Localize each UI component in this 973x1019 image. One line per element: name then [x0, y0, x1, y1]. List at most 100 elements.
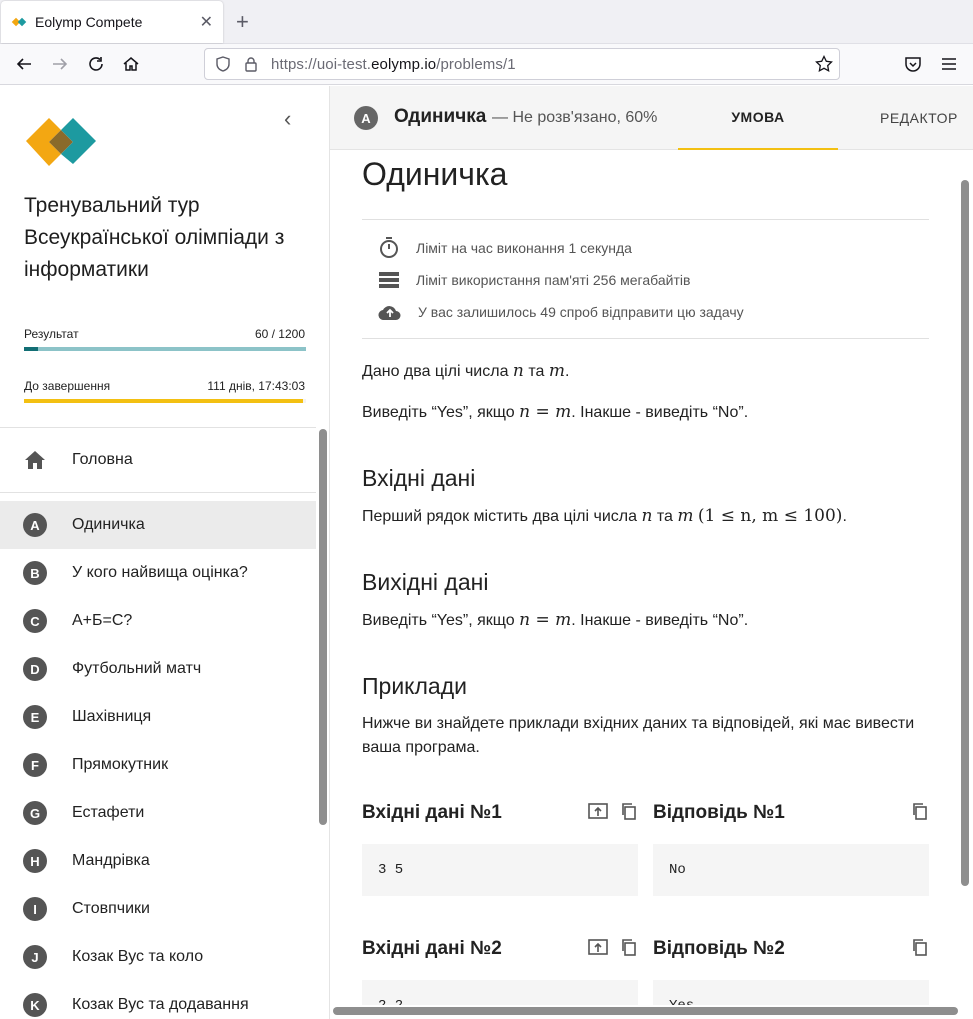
sidebar-menu: Головна A Одиничка B У кого найвища оцінка?… — [0, 428, 316, 1019]
math-var: m — [548, 361, 565, 381]
browser-tabbar: Eolymp Compete ✕ + — [0, 0, 973, 44]
url-text: https://uoi-test.eolymp.io/problems/1 — [271, 56, 516, 73]
sidebar-item-problem[interactable]: B У кого найвища оцінка? — [0, 549, 316, 597]
examples-paragraph: Нижче ви знайдете приклади вхідних даних… — [362, 715, 915, 756]
copy-icon[interactable] — [620, 802, 638, 825]
tab-title: Eolymp Compete — [35, 14, 143, 30]
example-input-box: 2 2 — [362, 980, 638, 1005]
url-prefix: https://uoi-test. — [271, 55, 372, 73]
problem-name: Футбольний матч — [72, 660, 202, 677]
home-icon — [25, 451, 45, 469]
sidebar-item-problem[interactable]: A Одиничка — [0, 501, 316, 549]
sidebar-item-problem[interactable]: H Мандрівка — [0, 837, 316, 885]
statement-paragraph: Виведіть “Yes”, якщо n = m. Інакше - вив… — [362, 400, 929, 425]
problem-name: У кого найвища оцінка? — [72, 564, 248, 581]
examples: Вхідні дані №1 3 5 Відповідь №1 No Вхідні да… — [362, 798, 929, 1005]
text: та — [523, 363, 549, 380]
bookmark-star-icon[interactable] — [815, 55, 833, 73]
pocket-icon[interactable] — [901, 52, 925, 76]
example-input-title: Вхідні дані №2 — [362, 938, 502, 959]
example-output-title: Відповідь №1 — [653, 802, 785, 823]
example-input-box: 3 5 — [362, 844, 638, 896]
url-bar[interactable]: https://uoi-test.eolymp.io/problems/1 — [204, 48, 840, 80]
copy-icon[interactable] — [911, 938, 929, 961]
sidebar-item-problem[interactable]: E Шахівниця — [0, 693, 316, 741]
content-scrollbar[interactable] — [961, 180, 969, 886]
math-constraint: (1 ≤ n, m ≤ 100) — [697, 506, 843, 526]
home-browser-icon[interactable] — [119, 52, 143, 76]
example-output-box: Yes — [653, 980, 929, 1005]
problem-letter-badge: K — [23, 993, 47, 1017]
memory-limit: Ліміт використання пам'яті 256 мегабайті… — [362, 264, 929, 296]
main-panel: A Одиничка — Не розв'язано, 60% УМОВА РЕ… — [330, 86, 973, 1019]
sidebar: ‹ Тренувальний тур Всеукраїнської олімпі… — [0, 86, 330, 1019]
eolymp-logo — [26, 118, 96, 166]
sidebar-item-problem[interactable]: I Стовпчики — [0, 885, 316, 933]
text: Дано два цілі числа — [362, 363, 513, 380]
browser-navbar: https://uoi-test.eolymp.io/problems/1 — [0, 44, 973, 85]
math-eq: n = m — [519, 610, 572, 630]
close-tab-icon[interactable]: ✕ — [200, 12, 213, 32]
contest-title: Тренувальний тур Всеукраїнської олімпіад… — [24, 194, 285, 281]
copy-icon[interactable] — [911, 802, 929, 825]
problem-content: Одиничка Ліміт на час виконання 1 секунд… — [362, 150, 929, 1005]
browser-tab[interactable]: Eolymp Compete ✕ — [1, 1, 223, 43]
sidebar-item-problem[interactable]: J Козак Вус та коло — [0, 933, 316, 981]
sidebar-item-problem[interactable]: F Прямокутник — [0, 741, 316, 789]
text: Перший рядок містить два цілі числа — [362, 508, 642, 525]
problem-status: — Не розв'язано, 60% — [492, 109, 658, 126]
problem-name: Одиничка — [72, 516, 145, 533]
horizontal-scrollbar[interactable] — [333, 1007, 958, 1015]
sidebar-scrollbar[interactable] — [319, 429, 327, 825]
problem-letter-badge: B — [23, 561, 47, 585]
problem-name: Естафети — [72, 804, 145, 821]
stopwatch-icon — [380, 237, 398, 258]
example-output: Відповідь №1 No — [653, 798, 929, 896]
example-row: Вхідні дані №2 2 2 Відповідь №2 Yes — [362, 934, 929, 1005]
forward-icon[interactable] — [48, 52, 72, 76]
result-value: 60 / 1200 — [254, 327, 305, 341]
problem-name: Мандрівка — [72, 852, 150, 869]
examples-heading: Приклади — [362, 673, 467, 699]
sidebar-item-problem[interactable]: C А+Б=С? — [0, 597, 316, 645]
result-progress-bar — [24, 347, 306, 351]
example-input: Вхідні дані №1 3 5 — [362, 798, 638, 896]
menu-hamburger-icon[interactable] — [937, 52, 961, 76]
sidebar-item-problem[interactable]: G Естафети — [0, 789, 316, 837]
new-tab-icon[interactable]: + — [236, 9, 249, 35]
problem-letter-badge: J — [23, 945, 47, 969]
tab-editor[interactable]: РЕДАКТОР — [870, 86, 973, 150]
problem-letter-badge: F — [23, 753, 47, 777]
sidebar-item-label: Головна — [72, 451, 133, 468]
math-eq: n = m — [519, 402, 572, 422]
reload-icon[interactable] — [84, 52, 108, 76]
lock-icon[interactable] — [243, 56, 259, 72]
text: Виведіть “Yes”, якщо — [362, 404, 520, 421]
problem-name: Шахівниця — [72, 708, 152, 725]
app: ‹ Тренувальний тур Всеукраїнської олімпі… — [0, 86, 973, 1019]
shield-icon[interactable] — [215, 56, 231, 72]
collapse-sidebar-icon[interactable]: ‹ — [284, 106, 291, 132]
problem-name: Стовпчики — [72, 900, 150, 917]
copy-icon[interactable] — [620, 938, 638, 961]
sidebar-item-problem[interactable]: D Футбольний матч — [0, 645, 316, 693]
time-limit-text: Ліміт на час виконання 1 секунда — [416, 240, 632, 256]
problem-name: Козак Вус та коло — [72, 948, 204, 965]
sidebar-item-home[interactable]: Головна — [0, 428, 316, 492]
sidebar-item-problem[interactable]: K Козак Вус та додавання — [0, 981, 316, 1019]
remaining-progress-bar — [24, 399, 306, 403]
problem-header: A Одиничка — Не розв'язано, 60% УМОВА РЕ… — [330, 86, 973, 150]
load-to-editor-icon[interactable] — [588, 938, 608, 961]
problem-letter-badge: H — [23, 849, 47, 873]
tab-statement[interactable]: УМОВА — [678, 86, 838, 150]
problem-letter-badge: G — [23, 801, 47, 825]
problem-letter-badge: D — [23, 657, 47, 681]
url-domain: eolymp.io — [371, 55, 437, 73]
memory-icon — [379, 272, 399, 288]
problem-name: Прямокутник — [72, 756, 169, 773]
back-icon[interactable] — [12, 52, 36, 76]
example-input-title: Вхідні дані №1 — [362, 802, 502, 823]
math-var: n — [641, 506, 653, 526]
eolymp-favicon-icon — [11, 17, 27, 27]
load-to-editor-icon[interactable] — [588, 802, 608, 825]
